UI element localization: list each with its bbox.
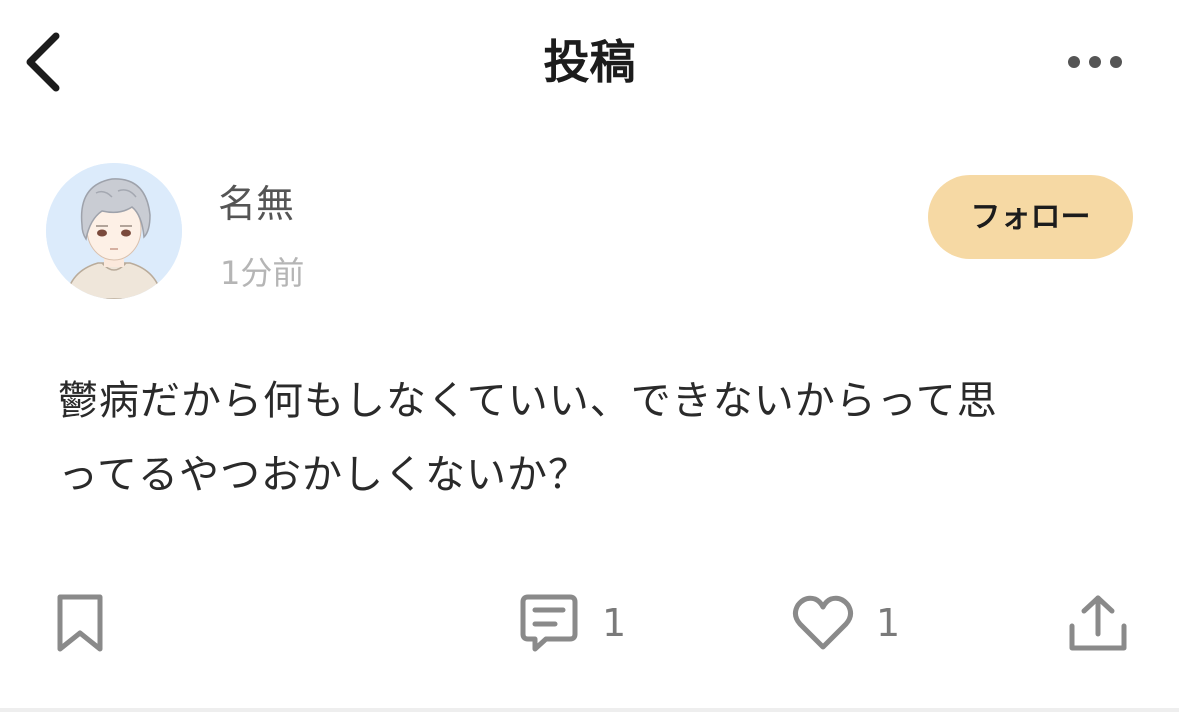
avatar[interactable] bbox=[46, 163, 182, 299]
heart-icon bbox=[792, 595, 854, 650]
divider bbox=[0, 708, 1179, 712]
like-button[interactable]: 1 bbox=[792, 590, 900, 656]
comment-icon bbox=[520, 594, 578, 652]
comment-button[interactable]: 1 bbox=[518, 590, 626, 656]
more-horizontal-icon bbox=[1068, 56, 1122, 68]
page-title: 投稿 bbox=[543, 35, 636, 89]
avatar-illustration bbox=[46, 163, 182, 299]
share-button[interactable] bbox=[1068, 590, 1128, 656]
share-icon bbox=[1069, 595, 1127, 651]
author-name[interactable]: 名無 bbox=[218, 177, 294, 231]
bookmark-button[interactable] bbox=[54, 590, 106, 656]
bookmark-icon bbox=[57, 594, 103, 652]
post-text: 鬱病だから何もしなくていい、できないからって思 ってるやつおかしくないか？ bbox=[58, 378, 998, 498]
post-timestamp: 1分前 bbox=[220, 254, 305, 292]
app-header: 投稿 bbox=[0, 0, 1179, 125]
comment-count: 1 bbox=[602, 601, 627, 645]
more-options-button[interactable] bbox=[1060, 40, 1130, 84]
like-count: 1 bbox=[876, 601, 901, 645]
follow-button[interactable]: フォロー bbox=[928, 175, 1133, 259]
